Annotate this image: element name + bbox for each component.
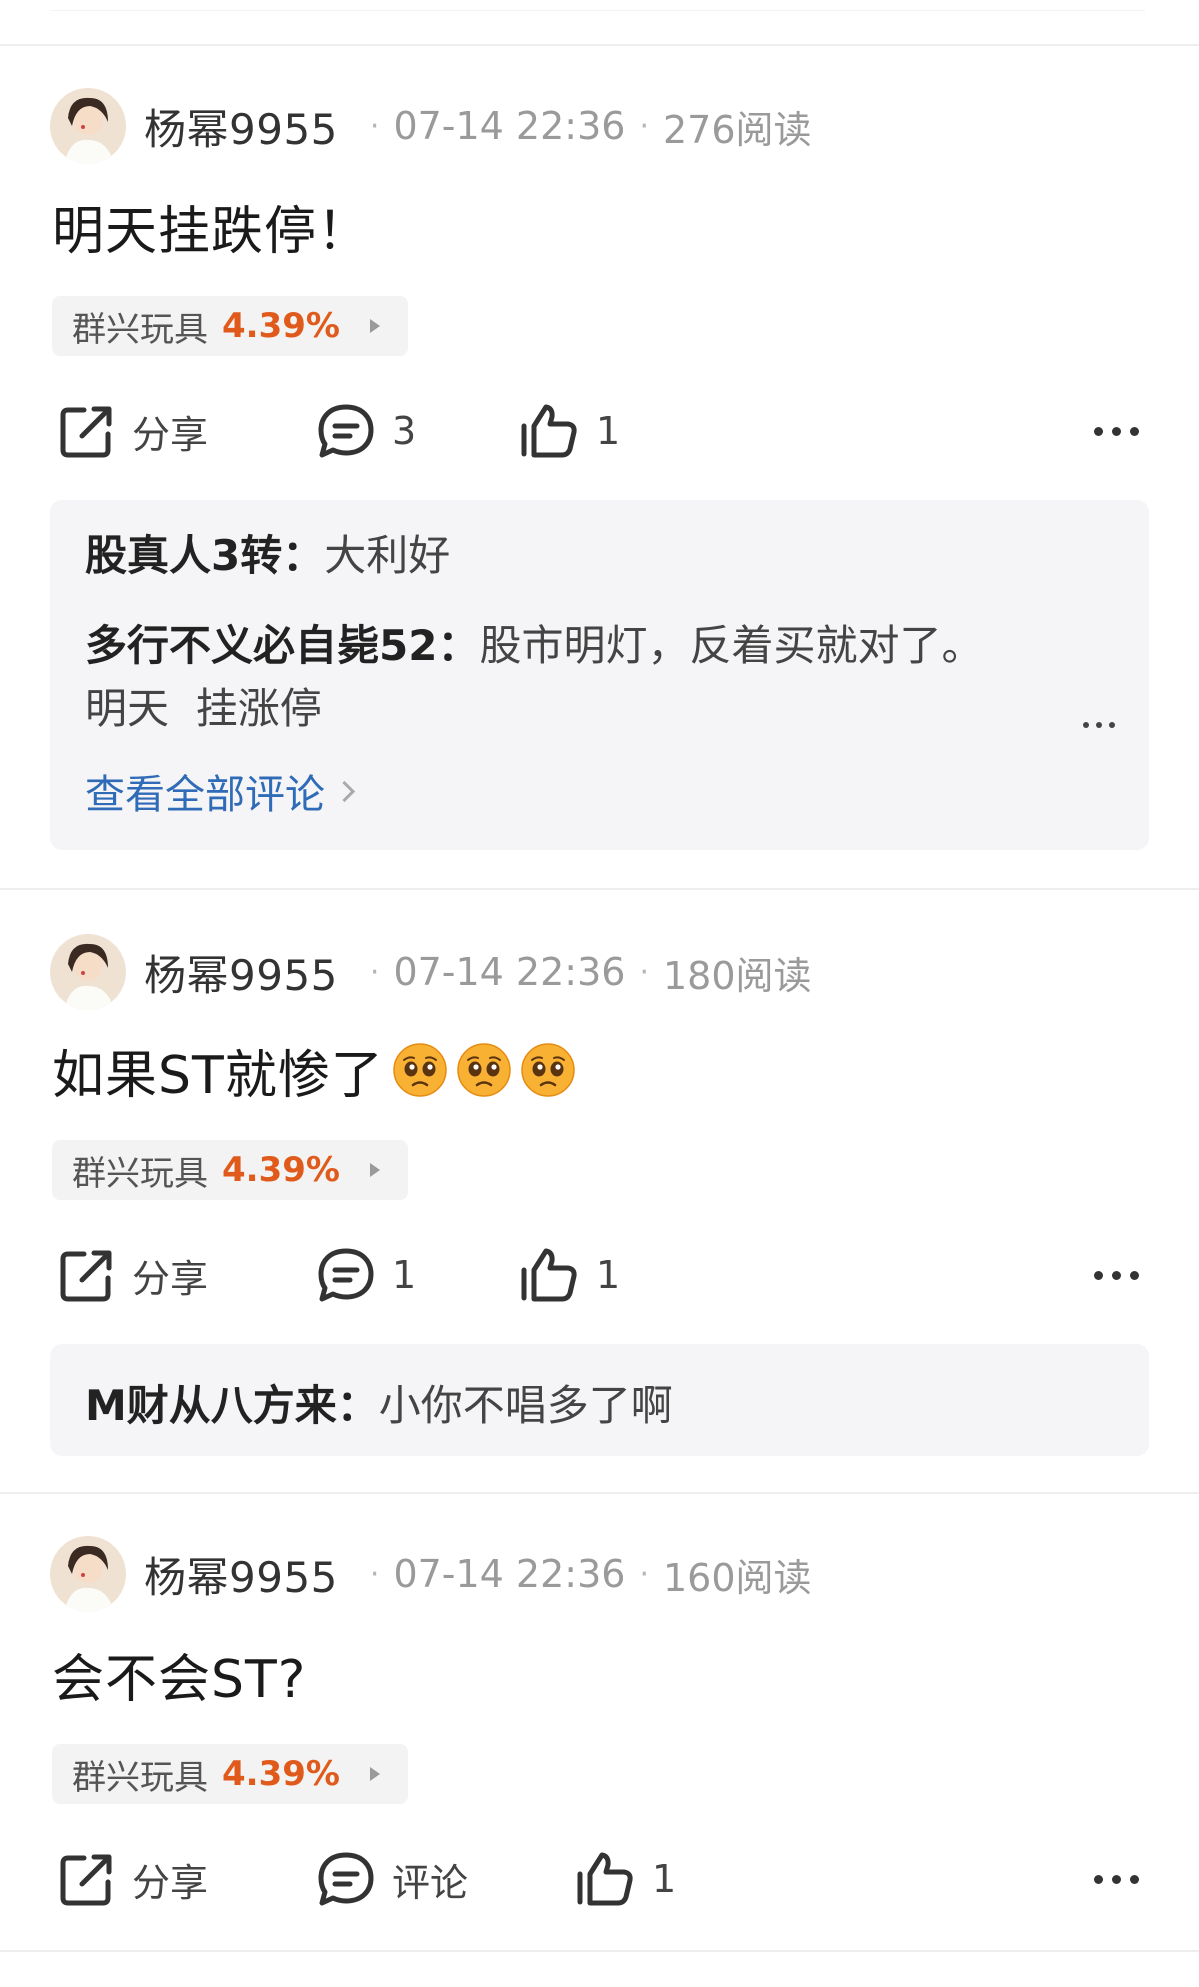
comment-text: 小你不唱多了啊 <box>378 1381 673 1430</box>
share-icon <box>60 1250 112 1302</box>
stock-tag[interactable]: 群兴玩具 4.39% <box>52 1744 408 1804</box>
stock-change: 4.39% <box>222 306 340 346</box>
post-date: 07-14 22:36 <box>393 950 626 994</box>
comment-icon <box>318 1852 374 1906</box>
share-label: 分享 <box>132 1860 209 1905</box>
stock-tag[interactable]: 群兴玩具 4.39% <box>52 1140 408 1200</box>
post-content[interactable]: 会不会ST? <box>52 1634 306 1714</box>
read-count: 276阅读 <box>663 107 812 152</box>
chevron-right-icon <box>333 780 356 802</box>
stock-name: 群兴玩具 <box>72 1153 208 1194</box>
view-all-comments-link[interactable]: 查看全部评论 <box>85 762 356 820</box>
share-button[interactable]: 分享 <box>58 396 208 466</box>
share-button[interactable]: 分享 <box>58 1844 208 1914</box>
username[interactable]: 杨幂9955 <box>144 942 338 1003</box>
like-button[interactable]: 1 <box>520 1240 620 1310</box>
share-label: 分享 <box>132 412 209 457</box>
post-header: 杨幂9955 · 07-14 22:36 · 276阅读 <box>50 86 812 166</box>
comment-button[interactable]: 1 <box>316 1240 416 1310</box>
comment-author[interactable]: 多行不义必自毙52： <box>85 621 479 670</box>
avatar[interactable] <box>50 1536 126 1612</box>
comment-label: 评论 <box>392 1860 469 1905</box>
post-meta: · 07-14 22:36 · 180阅读 <box>356 945 812 1000</box>
share-button[interactable]: 分享 <box>58 1240 208 1310</box>
action-bar: 分享 3 1 <box>0 396 1199 466</box>
stock-change: 4.39% <box>222 1754 340 1794</box>
read-count: 180阅读 <box>663 953 812 998</box>
comment-count: 3 <box>392 409 417 453</box>
read-count: 160阅读 <box>663 1555 812 1600</box>
avatar[interactable] <box>50 934 126 1010</box>
comment-count: 1 <box>392 1253 417 1297</box>
username[interactable]: 杨幂9955 <box>144 96 338 157</box>
like-icon <box>577 1852 633 1906</box>
stock-tag[interactable]: 群兴玩具 4.39% <box>52 296 408 356</box>
share-icon <box>60 406 112 458</box>
pleading-face-emoji-icon <box>457 1043 511 1097</box>
post-meta: · 07-14 22:36 · 276阅读 <box>356 99 812 154</box>
stock-change: 4.39% <box>222 1150 340 1190</box>
more-icon[interactable] <box>1094 1844 1139 1914</box>
share-label: 分享 <box>132 1256 209 1301</box>
username[interactable]: 杨幂9955 <box>144 1544 338 1605</box>
stock-name: 群兴玩具 <box>72 309 208 350</box>
comment-text-continued: 明天 挂涨停 <box>85 684 322 733</box>
like-count: 1 <box>652 1857 677 1901</box>
comment-more-icon[interactable] <box>1083 722 1115 728</box>
comment-button[interactable]: 评论 <box>316 1844 468 1914</box>
more-icon[interactable] <box>1094 396 1139 466</box>
post-meta: · 07-14 22:36 · 160阅读 <box>356 1547 812 1602</box>
play-arrow-icon <box>369 1767 380 1781</box>
comment-icon <box>318 404 374 458</box>
action-bar: 分享 1 1 <box>0 1240 1199 1310</box>
avatar[interactable] <box>50 88 126 164</box>
post-text: 如果ST就惨了 <box>52 1045 384 1106</box>
post-date: 07-14 22:36 <box>393 104 626 148</box>
comment-preview-box[interactable]: M财从八方来：小你不唱多了啊 <box>50 1344 1149 1456</box>
comment-item[interactable]: M财从八方来：小你不唱多了啊 <box>85 1372 673 1433</box>
post-header: 杨幂9955 · 07-14 22:36 · 160阅读 <box>50 1534 812 1614</box>
like-icon <box>521 404 577 458</box>
pleading-face-emoji-icon <box>393 1043 447 1097</box>
play-arrow-icon <box>369 319 380 333</box>
like-button[interactable]: 1 <box>520 396 620 466</box>
post-content[interactable]: 如果ST就惨了 <box>52 1030 576 1110</box>
post-content[interactable]: 明天挂跌停！ <box>52 186 370 266</box>
comment-preview-box[interactable]: 股真人3转：大利好 多行不义必自毙52：股市明灯，反着买就对了。 明天 挂涨停 … <box>50 500 1149 850</box>
comment-author[interactable]: M财从八方来： <box>85 1381 379 1430</box>
pleading-face-emoji-icon <box>521 1043 575 1097</box>
like-icon <box>521 1248 577 1302</box>
post-text: 明天挂跌停！ <box>52 201 371 262</box>
view-all-label: 查看全部评论 <box>85 772 325 818</box>
comment-text: 大利好 <box>324 531 451 580</box>
post-header: 杨幂9955 · 07-14 22:36 · 180阅读 <box>50 932 812 1012</box>
comment-item[interactable]: 多行不义必自毙52：股市明灯，反着买就对了。 <box>85 612 983 673</box>
comment-icon <box>318 1248 374 1302</box>
post-date: 07-14 22:36 <box>393 1552 626 1596</box>
play-arrow-icon <box>369 1163 380 1177</box>
share-icon <box>60 1854 112 1906</box>
comment-item[interactable]: 股真人3转：大利好 <box>85 522 450 583</box>
post-text: 会不会ST? <box>52 1649 307 1710</box>
stock-name: 群兴玩具 <box>72 1757 208 1798</box>
more-icon[interactable] <box>1094 1240 1139 1310</box>
like-button[interactable]: 1 <box>576 1844 676 1914</box>
comment-author[interactable]: 股真人3转： <box>85 531 324 580</box>
like-count: 1 <box>596 1253 621 1297</box>
like-count: 1 <box>596 409 621 453</box>
comment-button[interactable]: 3 <box>316 396 416 466</box>
comment-text: 股市明灯，反着买就对了。 <box>479 621 984 670</box>
action-bar: 分享 评论 1 <box>0 1844 1199 1914</box>
